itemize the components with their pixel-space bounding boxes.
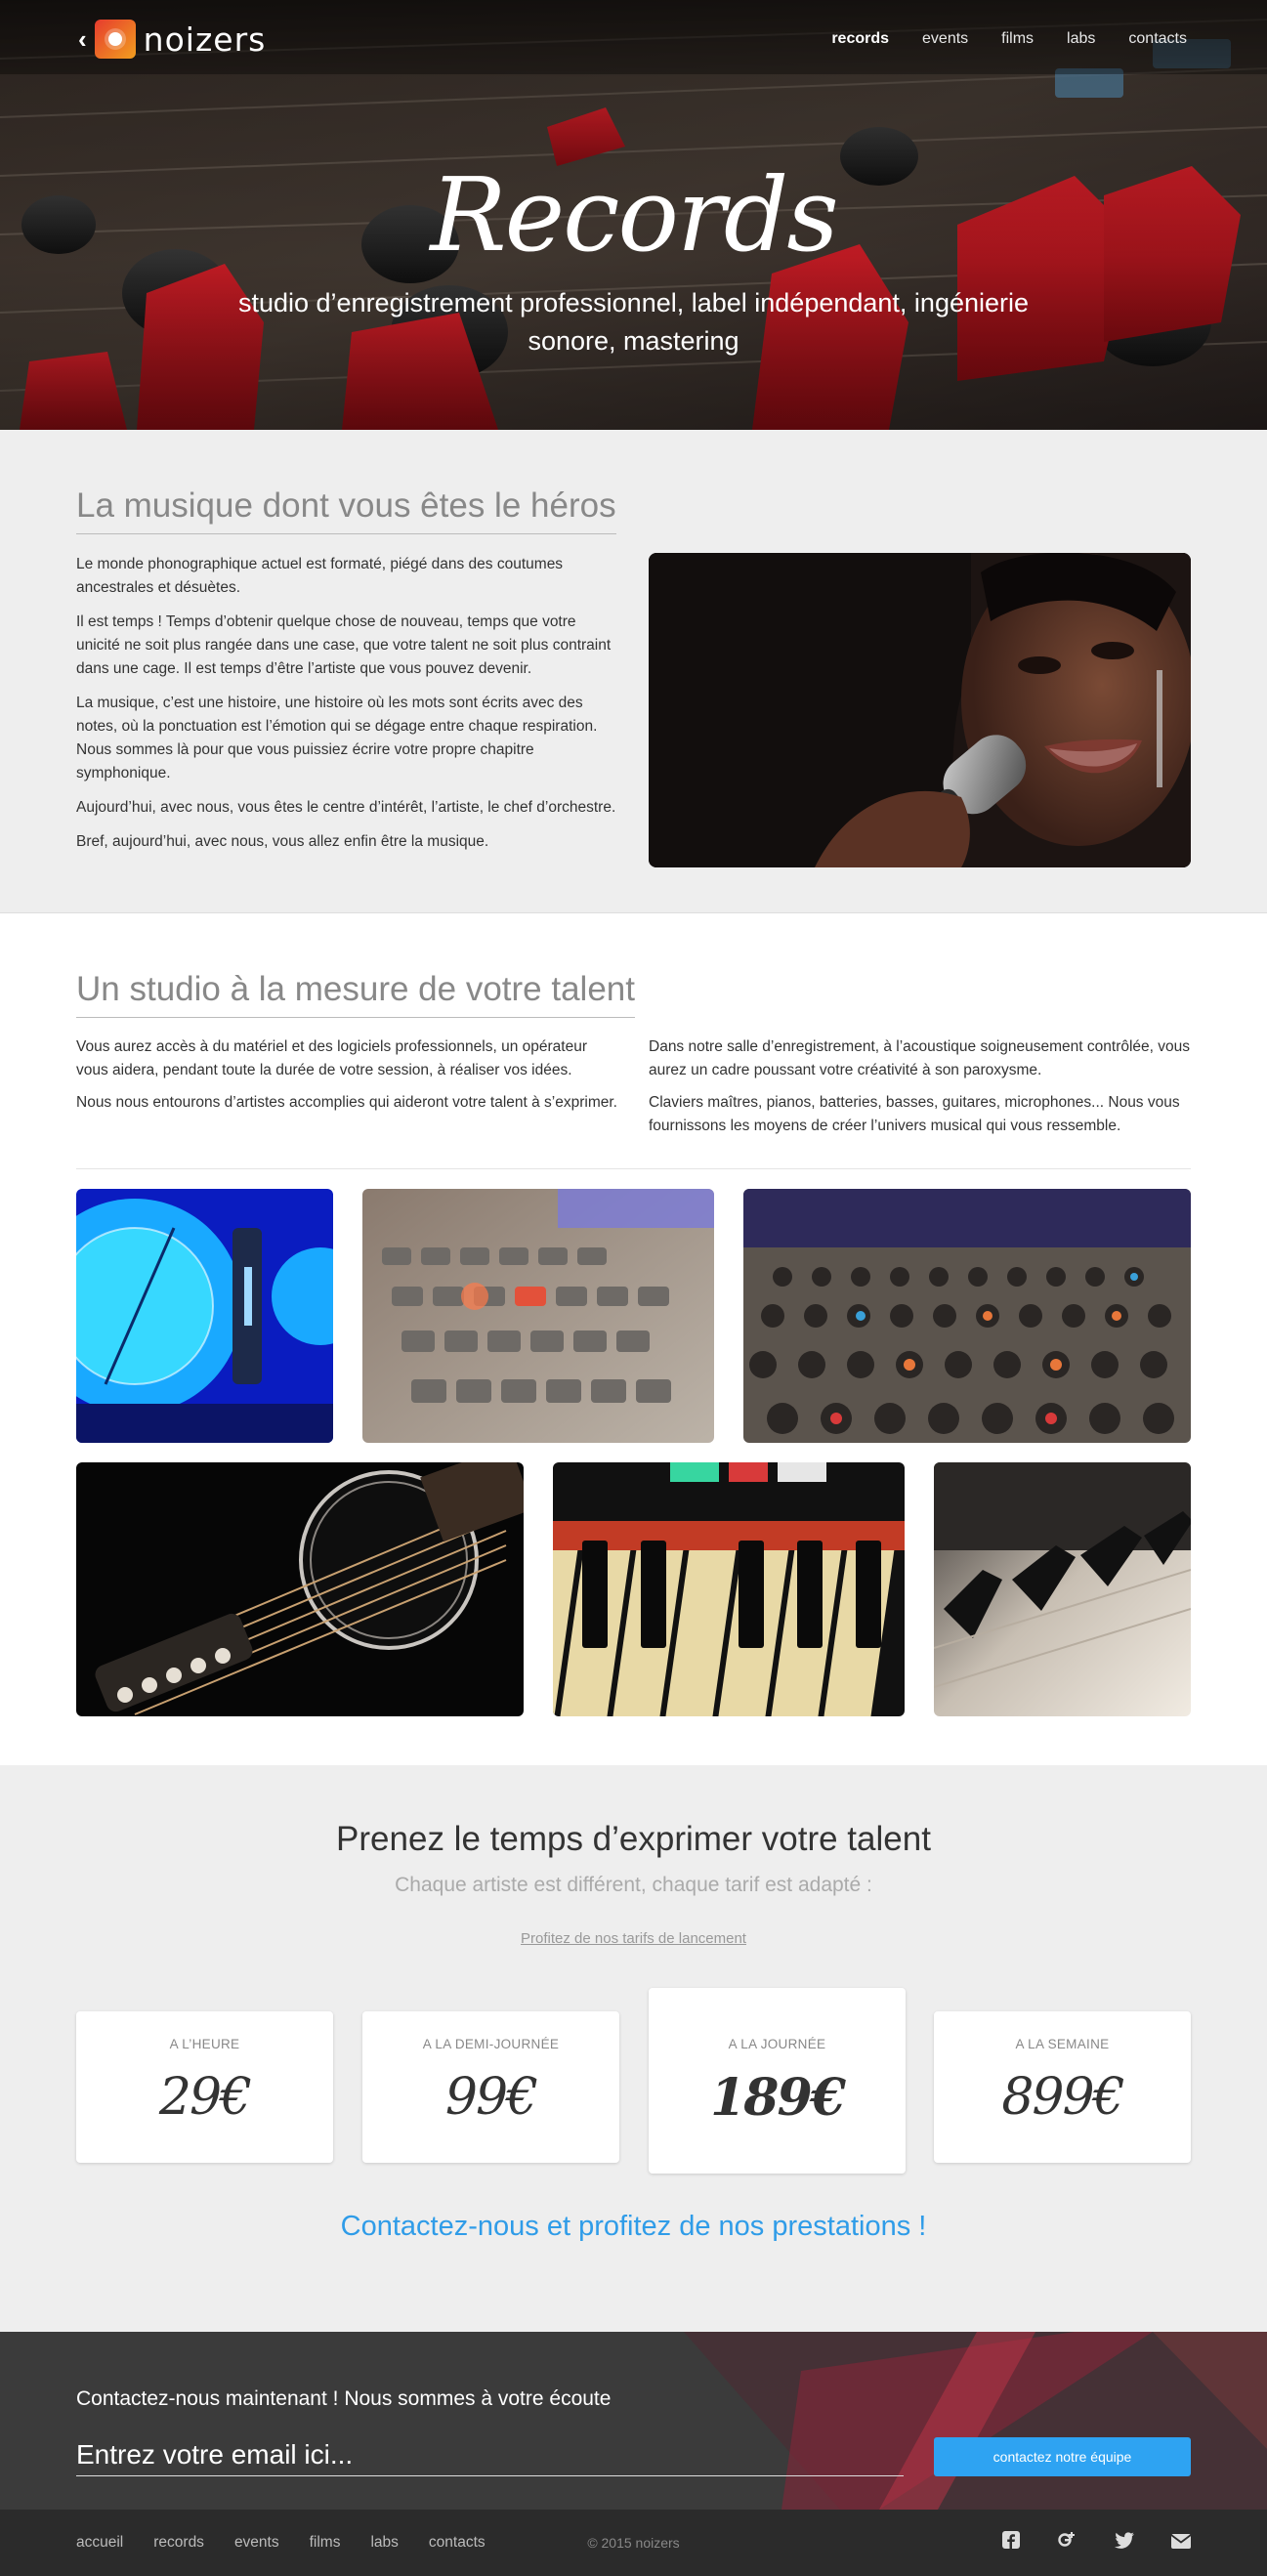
main-menu: records events films labs contacts [798,30,1187,48]
contact-title: Contactez-nous maintenant ! Nous sommes … [76,2387,612,2410]
hero-title: Records [430,155,838,274]
guitar-strings-photo [76,1462,524,1716]
price-card-label: A LA SEMAINE [1015,2037,1110,2051]
brand-logo-link[interactable]: ‹ noizers [78,20,266,59]
price-card-half-day[interactable]: A LA DEMI-JOURNÉE 99€ [362,2011,619,2163]
price-card-label: A L’HEURE [169,2037,240,2051]
contact-team-button[interactable]: contactez notre équipe [934,2437,1191,2476]
price-card-price: 99€ [444,2068,538,2127]
launch-offer-link[interactable]: Profitez de nos tarifs de lancement [521,1930,746,1947]
facebook-icon[interactable] [1001,2531,1021,2555]
mail-icon[interactable] [1170,2532,1192,2555]
piano-keys-photo [934,1462,1191,1716]
intro-title: La musique dont vous êtes le héros [76,486,616,534]
mixing-desk-knobs-photo [743,1189,1191,1443]
hero-subtitle: studio d’enregistrement professionnel, l… [237,288,1030,356]
price-card-price: 189€ [710,2068,846,2128]
studio-text-left: Vous aurez accès à du matériel et des lo… [76,1035,623,1123]
studio-text-right: Dans notre salle d’enregistrement, à l’a… [649,1035,1196,1147]
abstract-background-image [0,2332,1267,2510]
pricing-subline: Chaque artiste est différent, chaque tar… [395,1874,872,1896]
intro-paragraph: Le monde phonographique actuel est forma… [76,556,564,596]
brand-name: noizers [143,20,267,59]
studio-title: Un studio à la mesure de votre talent [76,970,635,1018]
social-links [1001,2510,1192,2576]
price-card-price: 899€ [1001,2068,1124,2127]
intro-paragraph: Il est temps ! Temps d’obtenir quelque c… [76,613,612,677]
price-card-price: 29€ [158,2068,252,2127]
intro-text: Le monde phonographique actuel est forma… [76,553,623,865]
hero-section: ‹ noizers records events films labs cont… [0,0,1267,430]
singer-photo [649,553,1191,867]
contact-section: Contactez-nous maintenant ! Nous sommes … [0,2332,1267,2510]
vu-meter-photo [76,1189,333,1443]
nav-item-labs[interactable]: labs [1067,30,1095,48]
studio-section: Un studio à la mesure de votre talent Vo… [0,913,1267,1765]
nav-item-contacts[interactable]: contacts [1128,30,1187,48]
nav-item-records[interactable]: records [831,30,889,48]
divider [76,1168,1191,1169]
synth-keyboard-photo [553,1462,905,1716]
studio-paragraph: Vous aurez accès à du matériel et des lo… [76,1038,587,1078]
nav-item-events[interactable]: events [922,30,968,48]
intro-paragraph: Aujourd’hui, avec nous, vous êtes le cen… [76,799,616,816]
contact-cta-link[interactable]: Contactez-nous et profitez de nos presta… [0,2211,1267,2243]
intro-paragraph: Bref, aujourd’hui, avec nous, vous allez… [76,833,489,850]
email-input[interactable] [76,2433,904,2476]
price-card-label: A LA DEMI-JOURNÉE [422,2037,560,2051]
price-card-hour[interactable]: A L’HEURE 29€ [76,2011,333,2163]
twitter-icon[interactable] [1115,2531,1134,2555]
studio-paragraph: Claviers maîtres, pianos, batteries, bas… [649,1094,1180,1134]
google-plus-icon[interactable] [1058,2531,1077,2555]
footer: accueil records events films labs contac… [0,2510,1267,2576]
intro-paragraph: La musique, c’est une histoire, une hist… [76,695,598,781]
studio-paragraph: Dans notre salle d’enregistrement, à l’a… [649,1038,1191,1078]
mixer-buttons-photo [362,1189,714,1443]
pricing-section: Prenez le temps d’exprimer votre talent … [0,1765,1267,2332]
studio-paragraph: Nous nous entourons d’artistes accomplie… [76,1094,617,1111]
price-card-day[interactable]: A LA JOURNÉE 189€ [649,1988,906,2174]
chevron-left-icon[interactable]: ‹ [78,26,87,52]
noizers-logo-icon [94,20,136,59]
price-card-week[interactable]: A LA SEMAINE 899€ [934,2011,1191,2163]
intro-section: La musique dont vous êtes le héros Le mo… [0,430,1267,913]
nav-item-films[interactable]: films [1001,30,1034,48]
price-card-label: A LA JOURNÉE [728,2037,826,2051]
top-navigation-bar: ‹ noizers records events films labs cont… [0,0,1267,74]
pricing-headline: Prenez le temps d’exprimer votre talent [336,1820,931,1858]
